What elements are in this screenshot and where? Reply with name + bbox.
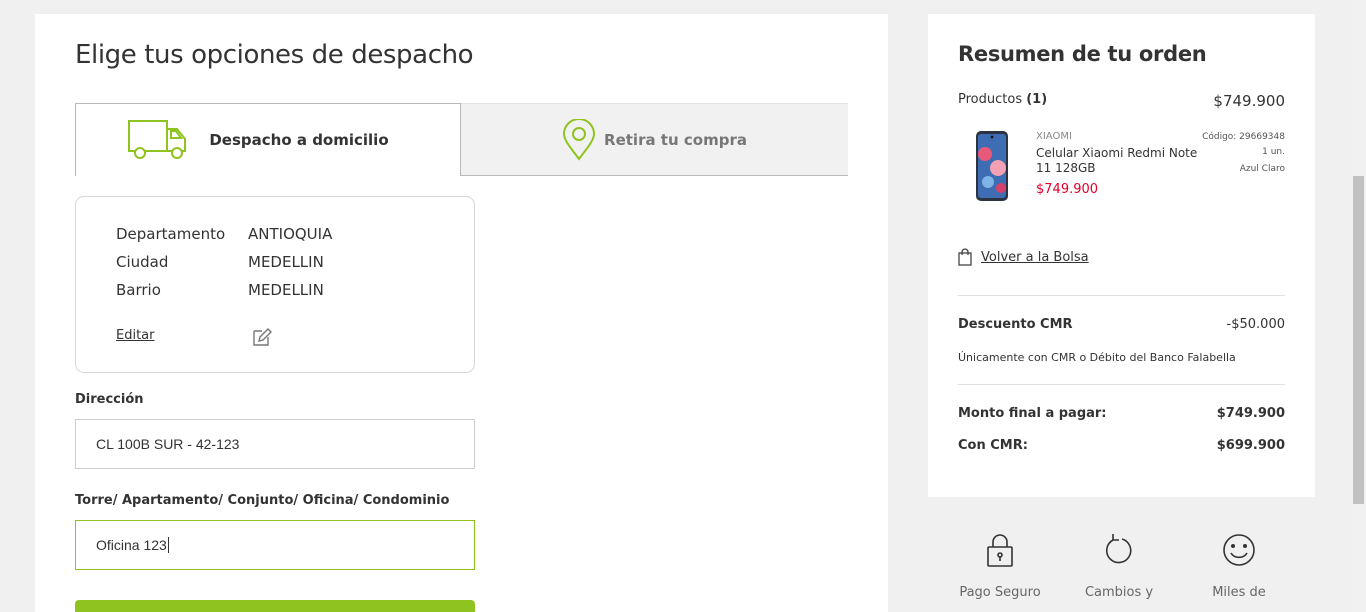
discount-value: -$50.000 <box>1226 317 1285 332</box>
location-pin-icon <box>563 118 596 161</box>
location-key: Departamento <box>116 225 226 243</box>
trust-label: Miles de <box>1212 585 1266 600</box>
scrollbar-thumb[interactable] <box>1353 176 1364 504</box>
location-row-department: Departamento ANTIOQUIA <box>116 225 332 243</box>
smiley-icon <box>1223 534 1255 566</box>
tab-home-delivery[interactable]: Despacho a domicilio <box>75 103 461 176</box>
cmr-amount-label: Con CMR: <box>958 438 1028 453</box>
product-brand: XIAOMI <box>1036 131 1072 142</box>
product-price: $749.900 <box>1036 182 1099 197</box>
page-scrollbar[interactable] <box>1351 0 1366 612</box>
trust-item-secure-payment: Pago Seguro <box>940 532 1060 604</box>
address-input-value: CL 100B SUR - 42-123 <box>96 436 240 452</box>
order-summary-card: Resumen de tu orden Productos (1) $749.9… <box>928 14 1315 497</box>
edit-icon[interactable] <box>251 326 273 348</box>
truck-icon <box>128 120 187 159</box>
divider <box>958 295 1285 296</box>
trust-label: Pago Seguro <box>959 585 1041 600</box>
trust-item-customers: Miles de <box>1179 532 1299 604</box>
final-amount-row: Monto final a pagar: $749.900 <box>958 406 1285 421</box>
product-color: Azul Claro <box>1239 164 1285 174</box>
cmr-amount-row: Con CMR: $699.900 <box>958 438 1285 453</box>
products-total: $749.900 <box>1213 92 1285 110</box>
location-key: Barrio <box>116 281 161 299</box>
shopping-bag-icon <box>958 248 972 266</box>
cmr-amount-value: $699.900 <box>1216 438 1285 453</box>
location-value: MEDELLIN <box>248 281 324 299</box>
tower-label: Torre/ Apartamento/ Conjunto/ Oficina/ C… <box>75 493 450 508</box>
product-name: Celular Xiaomi Redmi Note 11 128GB <box>1036 146 1198 175</box>
back-to-bag-label: Volver a la Bolsa <box>981 249 1089 265</box>
refresh-icon <box>1106 534 1132 564</box>
tab-home-delivery-label: Despacho a domicilio <box>209 131 389 149</box>
summary-title: Resumen de tu orden <box>958 42 1207 66</box>
location-key: Ciudad <box>116 253 169 271</box>
location-row-neighborhood: Barrio MEDELLIN <box>116 281 324 299</box>
product-code: Código: 29669348 <box>1202 132 1285 142</box>
address-input[interactable]: CL 100B SUR - 42-123 <box>75 419 475 469</box>
address-label: Dirección <box>75 392 144 407</box>
shipping-tabs: Despacho a domicilio Retira tu compra <box>75 103 848 176</box>
divider <box>958 384 1285 385</box>
tower-input[interactable]: Oficina 123 <box>75 520 475 570</box>
discount-note: Únicamente con CMR o Débito del Banco Fa… <box>958 351 1236 364</box>
text-caret <box>167 537 169 553</box>
location-row-city: Ciudad MEDELLIN <box>116 253 324 271</box>
location-value: MEDELLIN <box>248 253 324 271</box>
final-amount-value: $749.900 <box>1216 406 1285 421</box>
edit-location-link[interactable]: Editar <box>116 328 155 343</box>
products-label-text: Productos <box>958 92 1023 107</box>
trust-item-returns: Cambios y <box>1059 532 1179 604</box>
tower-input-value: Oficina 123 <box>96 537 167 553</box>
product-quantity: 1 un. <box>1262 147 1285 157</box>
shipping-options-card: Elige tus opciones de despacho Despacho … <box>35 14 888 612</box>
products-count: (1) <box>1026 92 1048 107</box>
delivery-location-box: Departamento ANTIOQUIA Ciudad MEDELLIN Bar… <box>75 196 475 373</box>
location-value: ANTIOQUIA <box>248 225 333 243</box>
page-title: Elige tus opciones de despacho <box>75 40 474 70</box>
product-image <box>976 131 1008 201</box>
back-to-bag-link[interactable]: Volver a la Bolsa <box>958 248 1089 266</box>
tab-store-pickup[interactable]: Retira tu compra <box>461 103 848 176</box>
tab-store-pickup-label: Retira tu compra <box>604 130 747 149</box>
discount-label: Descuento CMR <box>958 317 1073 332</box>
continue-button[interactable] <box>75 600 475 612</box>
final-amount-label: Monto final a pagar: <box>958 406 1107 421</box>
discount-row: Descuento CMR -$50.000 <box>958 317 1285 332</box>
products-row: Productos (1) $749.900 <box>958 92 1285 110</box>
lock-icon <box>987 534 1013 567</box>
trust-label: Cambios y <box>1084 585 1154 600</box>
products-label: Productos (1) <box>958 92 1047 110</box>
